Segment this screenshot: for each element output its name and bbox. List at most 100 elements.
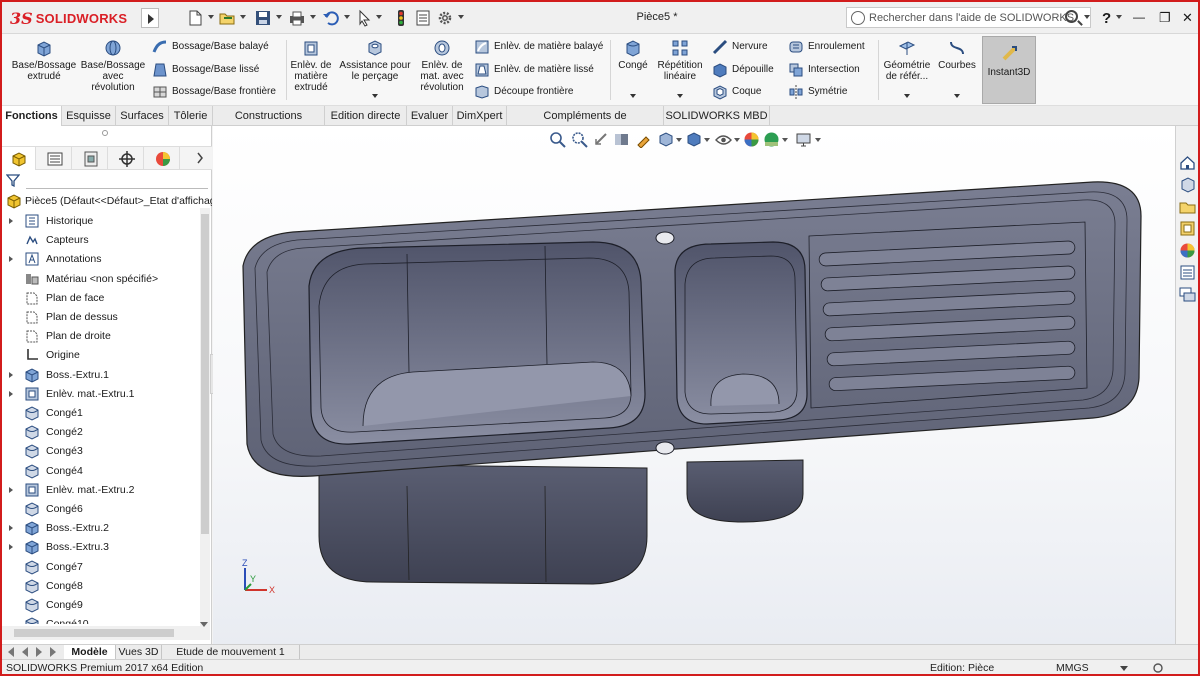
- boundary-cut-button[interactable]: Découpe frontière: [472, 83, 574, 101]
- tab-configuration-manager[interactable]: [74, 147, 108, 170]
- tab-constructions-soud-es[interactable]: Constructions soudées: [213, 106, 325, 142]
- instant3d-button[interactable]: Instant3D: [982, 36, 1036, 104]
- revolve-cut-button[interactable]: Enlèv. de mat. avec révolution: [416, 38, 468, 93]
- print-icon[interactable]: [288, 9, 306, 27]
- bottom-tab-mod-le[interactable]: Modèle: [64, 645, 116, 659]
- tab-nav-next-icon[interactable]: [36, 647, 42, 657]
- expand-arrow-icon[interactable]: [9, 486, 13, 493]
- tree-item-enl-v-mat-extru-2[interactable]: Enlèv. mat.-Extru.2: [2, 481, 202, 500]
- tree-item-enl-v-mat-extru-1[interactable]: Enlèv. mat.-Extru.1: [2, 385, 202, 404]
- tab-t-lerie[interactable]: Tôlerie: [169, 106, 213, 126]
- reference-geometry-dropdown[interactable]: [904, 94, 910, 98]
- curves-dropdown[interactable]: [954, 94, 960, 98]
- open-dropdown[interactable]: [240, 15, 246, 19]
- tree-item-cong-2[interactable]: Congé2: [2, 423, 202, 442]
- restore-button[interactable]: ❐: [1159, 10, 1175, 26]
- forum-chat-icon[interactable]: [1178, 285, 1197, 304]
- tree-item-historique[interactable]: Historique: [2, 212, 202, 231]
- tree-item-cong-6[interactable]: Congé6: [2, 500, 202, 519]
- revolve-boss-button[interactable]: Base/Bossage avec révolution: [80, 38, 146, 93]
- solidworks-logo[interactable]: 3S SOLIDWORKS: [10, 9, 127, 28]
- tree-item-plan-de-droite[interactable]: Plan de droite: [2, 327, 202, 346]
- save-dropdown[interactable]: [276, 15, 282, 19]
- rib-button[interactable]: Nervure: [710, 38, 768, 56]
- appearances-scenes-icon[interactable]: [1178, 241, 1197, 260]
- chevron-right-icon[interactable]: [196, 152, 204, 164]
- tab-display-manager[interactable]: [146, 147, 180, 170]
- tab-edition-directe[interactable]: Edition directe: [325, 106, 407, 126]
- tab-nav-last-icon[interactable]: [50, 647, 56, 657]
- menu-expand-button[interactable]: [141, 8, 159, 28]
- scroll-thumb[interactable]: [14, 629, 174, 637]
- fillet-button[interactable]: Congé: [614, 38, 652, 71]
- graphics-area[interactable]: Z X Y: [213, 126, 1175, 644]
- tab-solidworks-mbd[interactable]: SOLIDWORKS MBD: [664, 106, 770, 126]
- tree-item-annotations[interactable]: Annotations: [2, 250, 202, 269]
- expand-arrow-icon[interactable]: [9, 544, 13, 551]
- tab-dimxpert-manager[interactable]: [110, 147, 144, 170]
- tree-filter[interactable]: [2, 170, 212, 192]
- bottom-tab-vues-3d[interactable]: Vues 3D: [116, 645, 162, 659]
- minimize-button[interactable]: —: [1133, 10, 1149, 26]
- tree-item-plan-de-face[interactable]: Plan de face: [2, 289, 202, 308]
- solidworks-resources-home-icon[interactable]: [1178, 153, 1197, 172]
- tree-horizontal-scrollbar[interactable]: [2, 626, 210, 640]
- tab-compl-ments-de-solidworks[interactable]: Compléments de SOLIDWORKS: [507, 106, 664, 142]
- search-icon[interactable]: [1065, 10, 1078, 23]
- tree-item-cong-8[interactable]: Congé8: [2, 577, 202, 596]
- tree-item-boss-extru-2[interactable]: Boss.-Extru.2: [2, 519, 202, 538]
- scroll-down-icon[interactable]: [200, 622, 208, 627]
- close-button[interactable]: ✕: [1182, 10, 1198, 26]
- mirror-button[interactable]: Symétrie: [786, 83, 847, 101]
- tab-esquisse[interactable]: Esquisse: [62, 106, 116, 126]
- swept-boss-button[interactable]: Bossage/Base balayé: [150, 38, 269, 56]
- hole-wizard-dropdown[interactable]: [372, 94, 378, 98]
- search-dropdown[interactable]: [1084, 15, 1090, 19]
- extrude-cut-button[interactable]: Enlèv. de matière extrudé: [288, 38, 334, 93]
- select-cursor-icon[interactable]: [356, 9, 374, 27]
- tree-item-cong-4[interactable]: Congé4: [2, 462, 202, 481]
- tab-fonctions[interactable]: Fonctions: [2, 106, 62, 126]
- new-dropdown[interactable]: [208, 15, 214, 19]
- expand-arrow-icon[interactable]: [9, 390, 13, 397]
- panel-grip-icon[interactable]: [102, 130, 108, 136]
- tab-nav-first-icon[interactable]: [8, 647, 14, 657]
- file-properties-icon[interactable]: [414, 9, 432, 27]
- tree-item-plan-de-dessus[interactable]: Plan de dessus: [2, 308, 202, 327]
- tree-vertical-scrollbar[interactable]: [200, 208, 210, 628]
- options-dropdown[interactable]: [458, 15, 464, 19]
- hole-wizard-button[interactable]: Assistance pour le perçage: [337, 38, 413, 82]
- help-dropdown[interactable]: [1116, 15, 1122, 19]
- linear-pattern-button[interactable]: Répétition linéaire: [654, 38, 706, 82]
- tab-evaluer[interactable]: Evaluer: [407, 106, 453, 126]
- sink-3d-model[interactable]: [213, 126, 1175, 644]
- expand-arrow-icon[interactable]: [9, 218, 13, 224]
- expand-arrow-icon[interactable]: [9, 256, 13, 263]
- tree-item-cong-1[interactable]: Congé1: [2, 404, 202, 423]
- lofted-cut-button[interactable]: Enlèv. de matière lissé: [472, 61, 594, 79]
- save-icon[interactable]: [254, 9, 272, 27]
- tree-item-cong-7[interactable]: Congé7: [2, 558, 202, 577]
- swept-cut-button[interactable]: Enlèv. de matière balayé: [472, 38, 603, 56]
- custom-properties-icon[interactable]: [1178, 263, 1197, 282]
- linear-pattern-dropdown[interactable]: [677, 94, 683, 98]
- draft-button[interactable]: Dépouille: [710, 61, 774, 79]
- reference-geometry-button[interactable]: Géométrie de référ...: [880, 38, 934, 82]
- units-dropdown-icon[interactable]: [1120, 666, 1128, 671]
- help-search-input[interactable]: Rechercher dans l'aide de SOLIDWORKS: [846, 7, 1091, 28]
- tree-item-origine[interactable]: Origine: [2, 346, 202, 365]
- rebuild-traffic-light-icon[interactable]: [392, 9, 410, 27]
- tree-item-capteurs[interactable]: Capteurs: [2, 231, 202, 250]
- tab-dimxpert[interactable]: DimXpert: [453, 106, 507, 126]
- bottom-tab-etude-de-mouvement-1[interactable]: Etude de mouvement 1: [162, 645, 300, 659]
- tab-nav-prev-icon[interactable]: [22, 647, 28, 657]
- tree-item-boss-extru-1[interactable]: Boss.-Extru.1: [2, 366, 202, 385]
- fillet-dropdown[interactable]: [630, 94, 636, 98]
- scroll-thumb[interactable]: [201, 214, 209, 534]
- extrude-boss-button[interactable]: Base/Bossage extrudé: [8, 38, 80, 82]
- new-document-icon[interactable]: [186, 9, 204, 27]
- tab-feature-manager[interactable]: [2, 147, 36, 170]
- tree-item-mat-riau-non-sp-cifi[interactable]: Matériau <non spécifié>: [2, 270, 202, 289]
- shell-button[interactable]: Coque: [710, 83, 761, 101]
- tree-item-cong-3[interactable]: Congé3: [2, 442, 202, 461]
